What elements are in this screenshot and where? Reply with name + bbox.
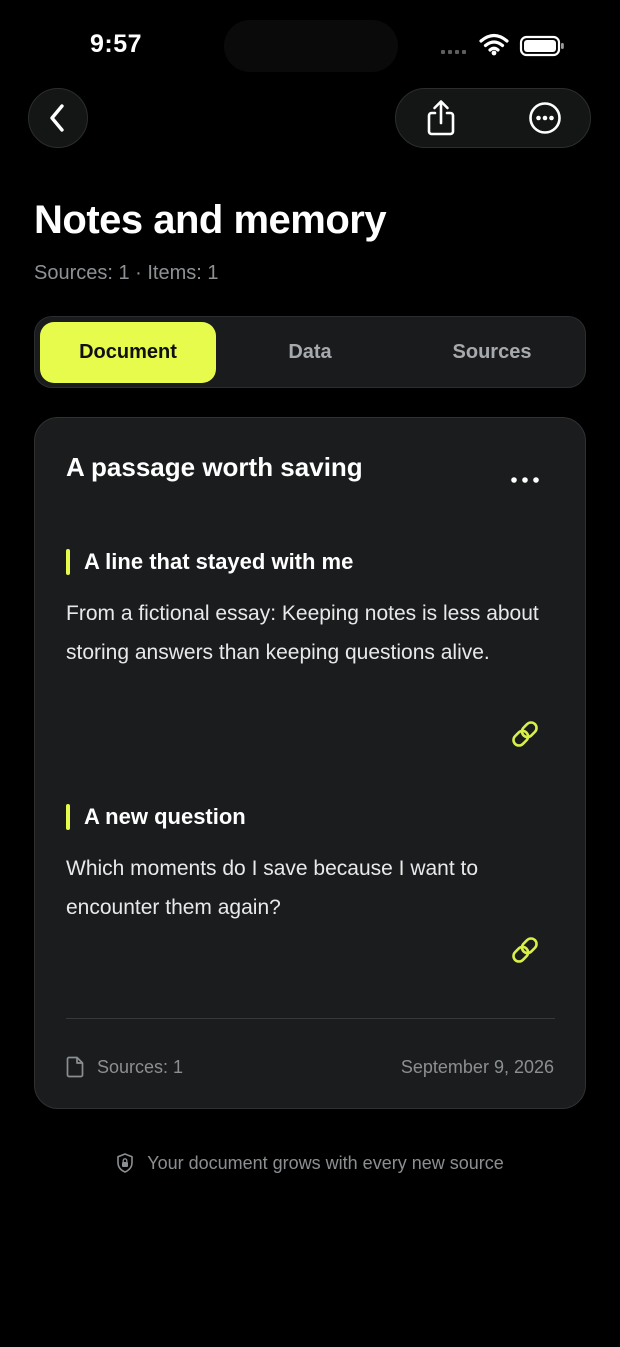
note-section: A new question Which moments do I save b…: [66, 803, 556, 927]
share-button[interactable]: [396, 89, 486, 147]
card-title: A passage worth saving: [66, 452, 363, 482]
section-heading-text: A new question: [84, 804, 246, 829]
status-icons: [438, 30, 568, 60]
card-menu-button[interactable]: [495, 462, 555, 498]
lock-shield-icon: [117, 1153, 134, 1173]
section-heading-text: A line that stayed with me: [84, 549, 354, 574]
nav-actions-group: [395, 88, 591, 148]
document-icon: [66, 1056, 84, 1078]
share-icon: [427, 100, 455, 136]
source-link-button[interactable]: [509, 718, 541, 750]
more-options-button[interactable]: [500, 89, 590, 147]
dynamic-island: [224, 20, 398, 72]
cellular-signal-icon: [441, 50, 466, 54]
page-subtitle: Sources: 1 · Items: 1: [34, 262, 219, 284]
bottom-note-text: Your document grows with every new sourc…: [147, 1152, 504, 1173]
section-heading: A new question: [66, 803, 556, 831]
section-heading: A line that stayed with me: [66, 548, 556, 576]
source-link-button[interactable]: [509, 934, 541, 966]
status-bar: 9:57: [0, 0, 620, 90]
ellipsis-icon: [511, 477, 539, 483]
battery-icon: [519, 35, 564, 57]
page-title: Notes and memory: [34, 198, 387, 242]
tab-document[interactable]: Document: [40, 322, 216, 383]
ellipsis-circle-icon: [529, 102, 561, 134]
card-sources-count: Sources: 1: [66, 1055, 183, 1079]
tab-sources[interactable]: Sources: [404, 322, 580, 383]
bottom-note: Your document grows with every new sourc…: [0, 1150, 620, 1176]
link-icon: [512, 937, 538, 963]
document-card: A passage worth saving A line that staye…: [34, 417, 586, 1109]
wifi-icon: [479, 33, 509, 52]
section-body: Which moments do I save because I want t…: [66, 857, 479, 919]
back-button[interactable]: [28, 88, 88, 148]
segmented-control: Document Data Sources: [34, 316, 586, 388]
status-time: 9:57: [90, 30, 143, 58]
wifi-dot: [491, 50, 497, 56]
card-date: September 9, 2026: [400, 1057, 554, 1077]
note-section: A line that stayed with me From a fictio…: [66, 548, 556, 672]
sources-count-label: Sources: 1: [97, 1056, 184, 1077]
link-icon: [512, 721, 538, 747]
tab-data[interactable]: Data: [222, 322, 398, 383]
card-divider: [66, 1018, 555, 1019]
section-body: From a fictional essay: Keeping notes is…: [66, 602, 539, 664]
accent-bar: [66, 549, 70, 575]
accent-bar: [66, 804, 70, 830]
chevron-left-icon: [50, 104, 64, 132]
